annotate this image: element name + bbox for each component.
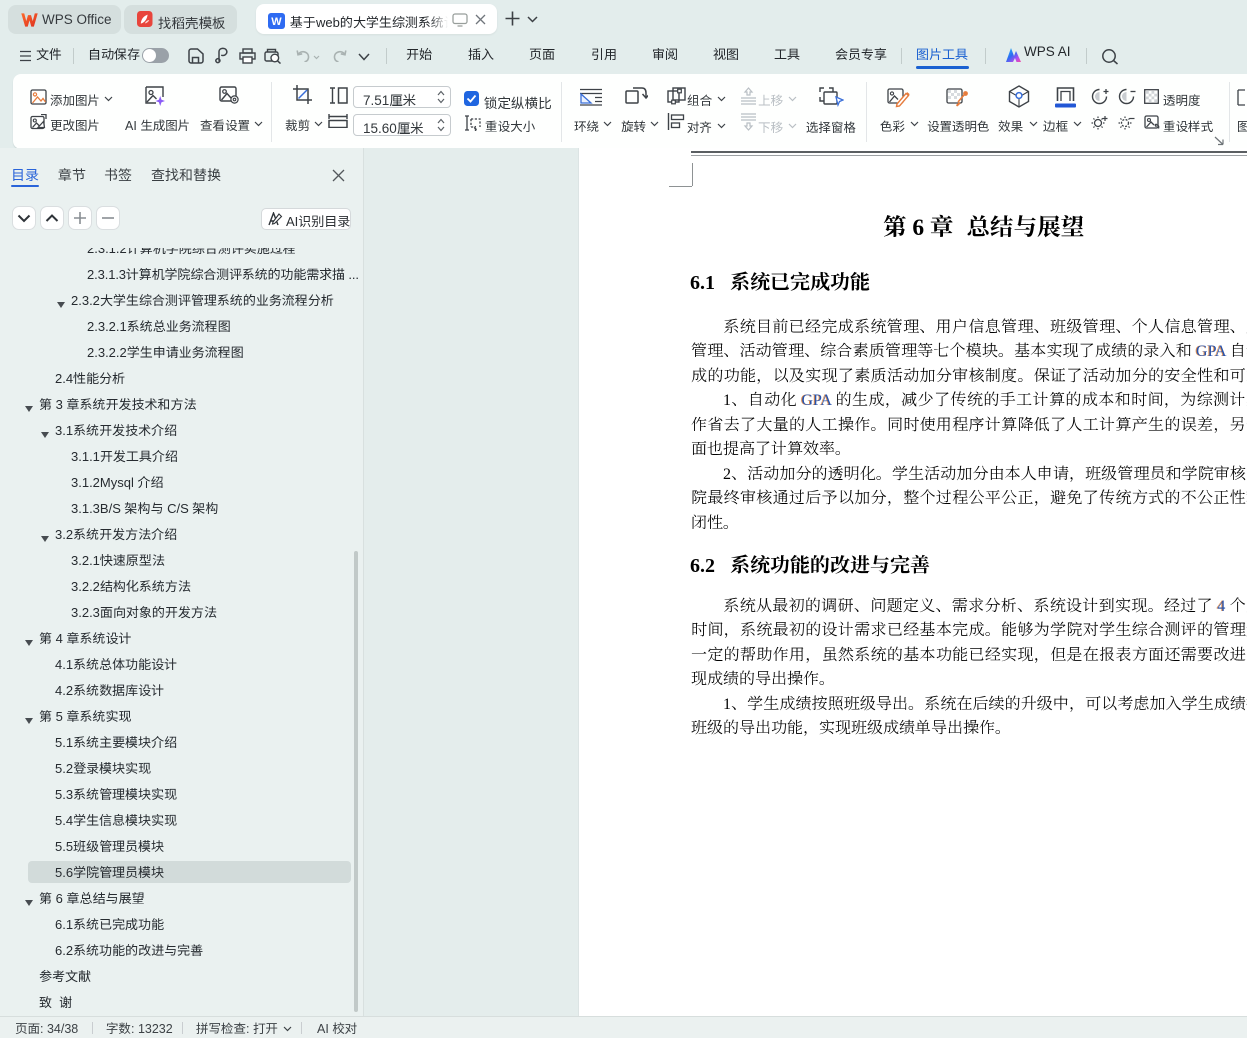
svg-text:W: W — [271, 16, 282, 28]
